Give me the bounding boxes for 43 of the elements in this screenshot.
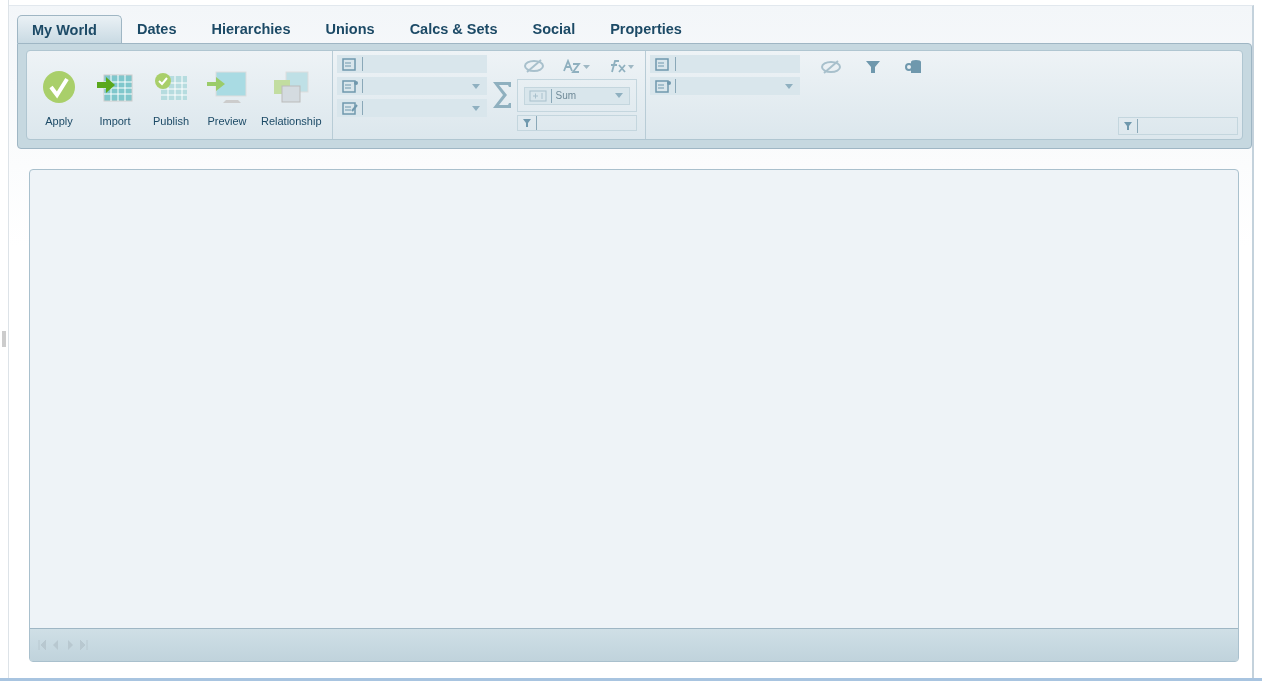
tab[interactable]: My World bbox=[17, 15, 122, 43]
field-icon bbox=[654, 57, 671, 71]
ribbon-button[interactable]: Relationship bbox=[255, 55, 328, 135]
tab[interactable]: Social bbox=[517, 15, 596, 43]
input-field[interactable] bbox=[649, 55, 800, 73]
sort-az-icon bbox=[562, 59, 591, 73]
input-field[interactable] bbox=[336, 55, 487, 73]
caret-icon bbox=[471, 83, 480, 89]
sigma-icon bbox=[490, 80, 513, 110]
check-circle-icon bbox=[42, 70, 76, 104]
caret-icon bbox=[614, 93, 623, 98]
tab[interactable]: Properties bbox=[595, 15, 702, 43]
ribbon-button[interactable]: Import bbox=[87, 55, 143, 135]
caret-icon bbox=[471, 105, 480, 111]
monitor-arrow-icon bbox=[206, 70, 248, 104]
dropdown-field[interactable] bbox=[336, 77, 487, 95]
funnel-icon bbox=[865, 60, 880, 74]
dimension-icon bbox=[654, 79, 671, 93]
hidden-eye-icon bbox=[522, 59, 545, 73]
overlapping-windows-icon bbox=[272, 70, 311, 104]
dropdown-field[interactable] bbox=[336, 99, 487, 117]
caret-icon bbox=[784, 83, 793, 89]
filter-icon bbox=[521, 118, 532, 128]
filter-icon bbox=[1123, 121, 1133, 131]
hidden-eye-icon bbox=[819, 60, 842, 74]
tab[interactable]: Calcs & Sets bbox=[394, 15, 518, 43]
tab[interactable]: Hierarchies bbox=[196, 15, 311, 43]
dimension-icon bbox=[341, 79, 358, 93]
dropdown-field[interactable] bbox=[649, 77, 800, 95]
tab[interactable]: Unions bbox=[310, 15, 395, 43]
tab[interactable]: Dates bbox=[122, 15, 197, 43]
grid-arrow-icon bbox=[96, 72, 134, 102]
sum-icon bbox=[528, 89, 547, 102]
filter-field[interactable] bbox=[1118, 117, 1238, 135]
filter-field[interactable] bbox=[516, 115, 637, 131]
grid-check-icon bbox=[153, 72, 189, 102]
ribbon-button[interactable]: Publish bbox=[143, 55, 199, 135]
edit-icon bbox=[341, 101, 358, 115]
splitter-handle-icon bbox=[2, 331, 6, 347]
function-icon bbox=[608, 59, 635, 73]
ribbon-button[interactable]: Preview bbox=[199, 55, 255, 135]
ribbon-button[interactable]: Apply bbox=[31, 55, 87, 135]
field-icon bbox=[341, 57, 358, 71]
